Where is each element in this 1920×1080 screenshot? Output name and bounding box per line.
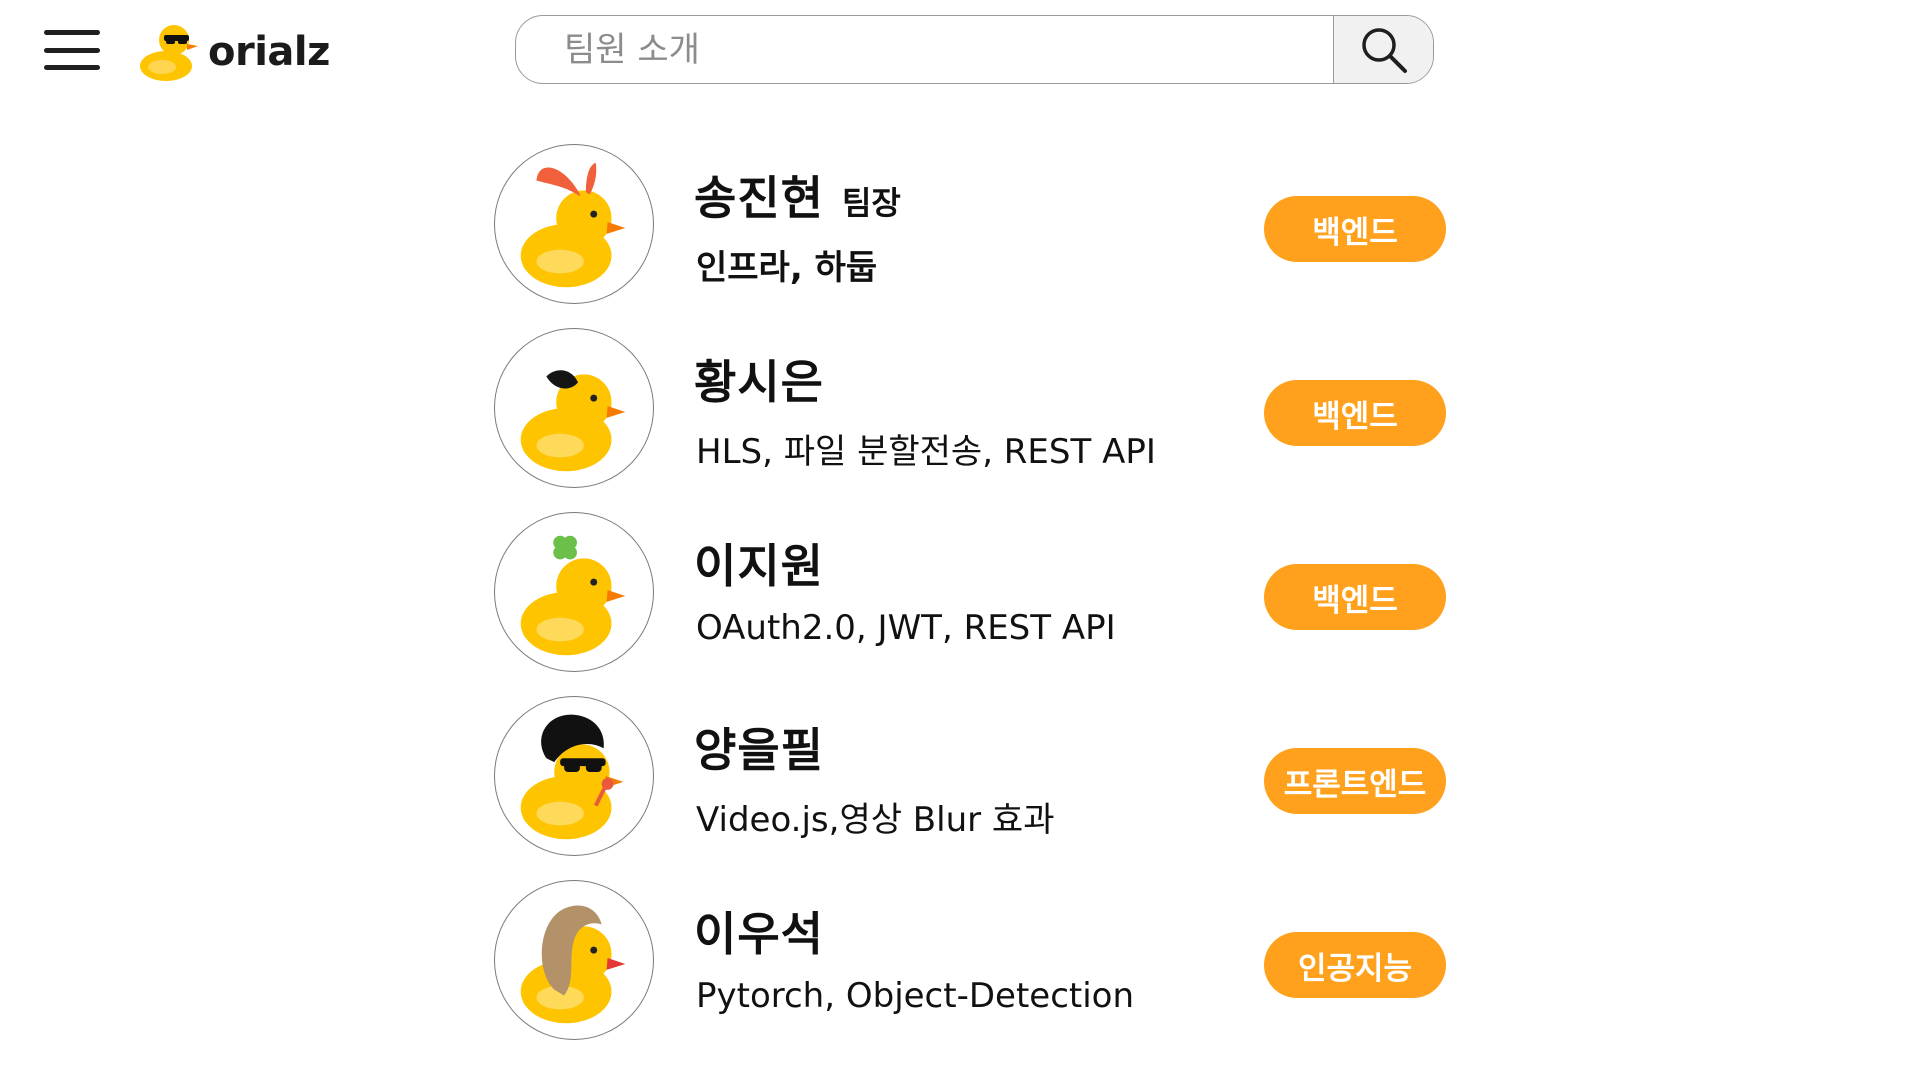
member-skills: 인프라, 하둡 — [696, 248, 878, 288]
menu-line — [44, 30, 100, 35]
member-card: 이지원 OAuth2.0, JWT, REST API 백엔드 — [494, 512, 1446, 696]
duck-bunny-ear-icon — [520, 162, 626, 288]
team-badge-button[interactable]: 백엔드 — [1264, 380, 1446, 446]
search-bar — [515, 15, 1434, 84]
member-card: 이우석 Pytorch, Object-Detection 인공지능 — [494, 880, 1446, 1064]
hamburger-menu-icon[interactable] — [44, 30, 100, 70]
member-skills: Pytorch, Object-Detection — [696, 976, 1135, 1016]
duck-with-sunglasses-icon — [140, 25, 198, 81]
duck-black-bow-icon — [520, 370, 626, 472]
member-skills: HLS, 파일 분할전송, REST API — [696, 432, 1156, 472]
logo[interactable]: orialz — [136, 20, 330, 84]
member-list: 송진현 팀장 인프라, 하둡 백엔드 황시은 HLS, 파일 분할전송, RES… — [494, 144, 1446, 1064]
member-name: 이지원 — [694, 539, 824, 593]
search-button[interactable] — [1333, 16, 1433, 83]
search-icon — [1361, 27, 1407, 73]
member-name: 이우석 — [694, 907, 824, 961]
avatar[interactable] — [494, 328, 654, 488]
team-badge-button[interactable]: 프론트엔드 — [1264, 748, 1446, 814]
duck-clover-icon — [520, 535, 626, 656]
duck-afro-sunglasses-icon — [520, 714, 624, 840]
avatar[interactable] — [494, 880, 654, 1040]
name-line: 황시은 — [694, 346, 824, 412]
member-role: 팀장 — [841, 184, 901, 222]
member-card: 황시은 HLS, 파일 분할전송, REST API 백엔드 — [494, 328, 1446, 512]
member-name: 송진현 — [694, 171, 824, 225]
menu-line — [44, 47, 100, 53]
team-badge-button[interactable]: 백엔드 — [1264, 564, 1446, 630]
avatar[interactable] — [494, 512, 654, 672]
member-card: 양을필 Video.js,영상 Blur 효과 프론트엔드 — [494, 696, 1446, 880]
name-line: 송진현 팀장 — [694, 162, 901, 228]
team-badge-button[interactable]: 인공지능 — [1264, 932, 1446, 998]
name-line: 이우석 — [694, 898, 824, 964]
menu-line — [44, 65, 100, 70]
team-badge-button[interactable]: 백엔드 — [1264, 196, 1446, 262]
name-line: 이지원 — [694, 530, 824, 596]
member-name: 황시은 — [694, 355, 824, 409]
member-name: 양을필 — [694, 723, 824, 777]
name-line: 양을필 — [694, 714, 824, 780]
logo-text: orialz — [208, 29, 330, 75]
avatar[interactable] — [494, 696, 654, 856]
search-input[interactable] — [516, 16, 1333, 83]
member-card: 송진현 팀장 인프라, 하둡 백엔드 — [494, 144, 1446, 328]
member-skills: OAuth2.0, JWT, REST API — [696, 608, 1116, 648]
member-skills: Video.js,영상 Blur 효과 — [696, 800, 1055, 840]
avatar[interactable] — [494, 144, 654, 304]
duck-long-hair-icon — [520, 905, 626, 1024]
